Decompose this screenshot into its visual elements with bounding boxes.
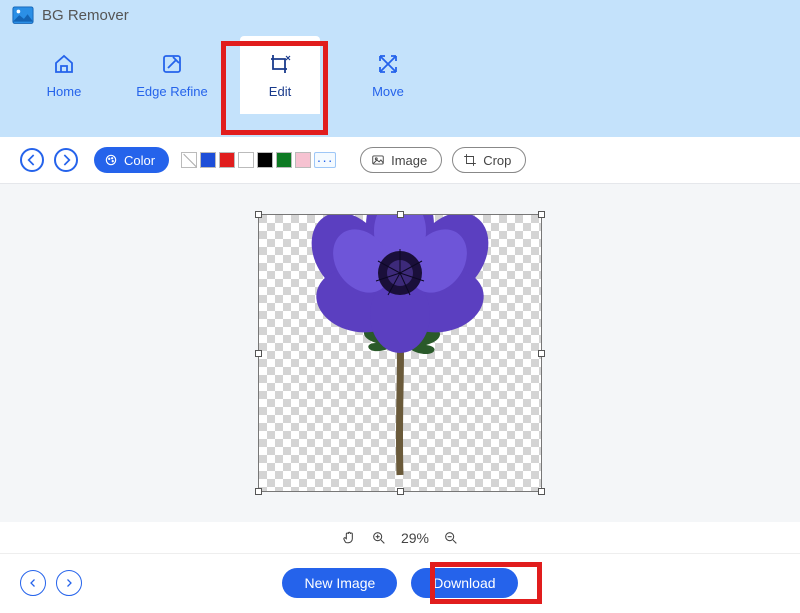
chevron-right-icon — [63, 577, 75, 589]
footer-actions: New Image Download — [0, 568, 800, 598]
chevron-left-icon — [27, 577, 39, 589]
edge-refine-icon — [160, 52, 184, 76]
edit-toolbar: Color ··· Image Crop — [0, 137, 800, 184]
footer-bar: New Image Download — [0, 554, 800, 612]
resize-handle-s[interactable] — [397, 488, 404, 495]
resize-handle-ne[interactable] — [538, 211, 545, 218]
edit-crop-icon — [268, 52, 292, 76]
undo-button[interactable] — [20, 148, 44, 172]
swatch-more[interactable]: ··· — [314, 152, 336, 168]
flower-image — [280, 215, 520, 485]
resize-handle-e[interactable] — [538, 350, 545, 357]
image-icon — [371, 153, 385, 167]
new-image-button[interactable]: New Image — [282, 568, 397, 598]
zoom-in-icon[interactable] — [371, 530, 387, 546]
selection-bounds[interactable] — [258, 214, 542, 492]
nav-move-label: Move — [372, 84, 404, 99]
download-label: Download — [433, 575, 495, 591]
swatch-green[interactable] — [276, 152, 292, 168]
resize-handle-w[interactable] — [255, 350, 262, 357]
image-tool-button[interactable]: Image — [360, 147, 442, 173]
resize-handle-sw[interactable] — [255, 488, 262, 495]
swatch-pink[interactable] — [295, 152, 311, 168]
nav-home-label: Home — [47, 84, 82, 99]
swatch-blue[interactable] — [200, 152, 216, 168]
swatch-black[interactable] — [257, 152, 273, 168]
zoom-value: 29% — [401, 530, 429, 546]
hand-pan-icon[interactable] — [341, 530, 357, 546]
home-icon — [52, 52, 76, 76]
crop-tool-label: Crop — [483, 153, 511, 168]
new-image-label: New Image — [304, 575, 375, 591]
redo-arrow-icon — [56, 150, 76, 170]
resize-handle-nw[interactable] — [255, 211, 262, 218]
next-image-button[interactable] — [56, 570, 82, 596]
app-title: BG Remover — [42, 7, 129, 24]
nav-edge-refine-label: Edge Refine — [136, 84, 208, 99]
color-swatches: ··· — [181, 152, 336, 168]
move-icon — [376, 52, 400, 76]
download-button[interactable]: Download — [411, 568, 517, 598]
nav-edit[interactable]: Edit — [240, 36, 320, 114]
palette-icon — [104, 153, 118, 167]
nav-edge-refine[interactable]: Edge Refine — [132, 36, 212, 114]
swatch-white[interactable] — [238, 152, 254, 168]
nav-home[interactable]: Home — [24, 36, 104, 114]
nav-edit-label: Edit — [269, 84, 291, 99]
crop-tool-button[interactable]: Crop — [452, 147, 526, 173]
app-logo-icon — [12, 6, 34, 24]
swatch-red[interactable] — [219, 152, 235, 168]
resize-handle-n[interactable] — [397, 211, 404, 218]
image-tool-label: Image — [391, 153, 427, 168]
resize-handle-se[interactable] — [538, 488, 545, 495]
swatch-none[interactable] — [181, 152, 197, 168]
nav-move[interactable]: Move — [348, 36, 428, 114]
canvas-area[interactable] — [0, 184, 800, 522]
canvas-subject[interactable] — [259, 215, 541, 491]
zoom-out-icon[interactable] — [443, 530, 459, 546]
title-bar: BG Remover — [0, 0, 800, 30]
zoom-controls: 29% — [0, 522, 800, 554]
prev-image-button[interactable] — [20, 570, 46, 596]
undo-arrow-icon — [22, 150, 42, 170]
redo-button[interactable] — [54, 148, 78, 172]
crop-icon — [463, 153, 477, 167]
main-nav: Home Edge Refine Edit Move — [0, 30, 800, 114]
color-tool-button[interactable]: Color — [94, 147, 169, 173]
color-tool-label: Color — [124, 153, 155, 168]
app-header: BG Remover Home Edge Refine Edit Move — [0, 0, 800, 137]
